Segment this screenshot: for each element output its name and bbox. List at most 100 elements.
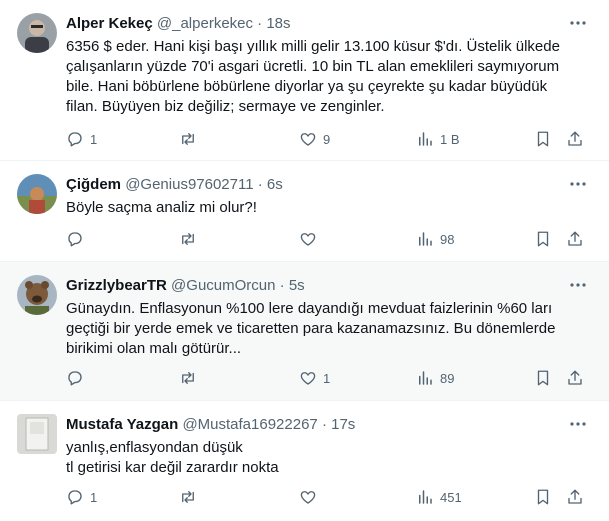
like-icon [300, 233, 316, 246]
retweet-button[interactable] [179, 129, 203, 149]
like-button[interactable]: 9 [299, 129, 330, 149]
tweet-header: Mustafa Yazgan @Mustafa16922267 · 17s [66, 415, 569, 435]
tweet-header: Alper Kekeç @_alperkekec · 18s [66, 14, 569, 34]
bookmark-button[interactable] [534, 487, 552, 507]
display-name[interactable]: Mustafa Yazgan [66, 416, 178, 433]
like-count: 9 [323, 131, 331, 147]
share-button[interactable] [566, 129, 584, 149]
bookmark-button[interactable] [534, 229, 552, 249]
reply-icon [68, 132, 82, 147]
tweet-actions: 1 9 1 B [66, 129, 593, 149]
reply-button[interactable] [66, 229, 90, 249]
like-button[interactable] [299, 229, 323, 249]
retweet-button[interactable] [179, 487, 203, 507]
tweet[interactable]: Alper Kekeç @_alperkekec · 18s 6356 $ ed… [0, 0, 609, 161]
like-icon [300, 372, 316, 385]
user-handle[interactable]: @GucumOrcun [171, 277, 275, 294]
separator-dot: · [257, 15, 263, 32]
more-icon[interactable] [569, 14, 587, 32]
reply-icon [68, 490, 82, 505]
share-button[interactable] [566, 229, 584, 249]
reply-button[interactable] [66, 368, 90, 388]
retweet-icon [182, 372, 194, 384]
display-name[interactable]: Alper Kekeç [66, 15, 153, 32]
share-icon [568, 370, 582, 385]
more-icon[interactable] [569, 415, 587, 433]
tweet-actions: 98 [66, 229, 593, 249]
views-icon [419, 132, 432, 146]
tweet-text-line: geçtiği bir yerde emek ve ticaretten par… [66, 320, 556, 337]
avatar[interactable] [17, 174, 57, 214]
tweet-text-line: tl getirisi kar değil zarardır nokta [66, 459, 279, 476]
share-icon [568, 231, 582, 246]
tweet-header: Çiğdem @Genius97602711 · 6s [66, 175, 569, 195]
timestamp[interactable]: 18s [266, 15, 290, 32]
retweet-icon [182, 491, 194, 503]
more-icon[interactable] [569, 175, 587, 193]
tweet-text-line: filan. Büyüyen biz değiliz; sermaye ve z… [66, 98, 385, 115]
timestamp[interactable]: 6s [267, 176, 283, 193]
tweet[interactable]: GrizzlybearTR @GucumOrcun · 5s Günaydın.… [0, 262, 609, 401]
tweet-actions: 1 451 [66, 487, 593, 507]
reply-icon [68, 371, 82, 386]
tweet-feed: Alper Kekeç @_alperkekec · 18s 6356 $ ed… [0, 0, 609, 521]
share-icon [568, 489, 582, 504]
tweet-header: GrizzlybearTR @GucumOrcun · 5s [66, 276, 569, 296]
avatar[interactable] [17, 414, 57, 454]
tweet-text: Günaydın. Enflasyonun %100 lere dayandığ… [66, 299, 586, 359]
tweet[interactable]: Çiğdem @Genius97602711 · 6s Böyle saçma … [0, 161, 609, 262]
like-button[interactable]: 1 [299, 368, 330, 388]
view-count: 98 [440, 231, 455, 247]
views-icon [419, 371, 432, 385]
separator-dot: · [321, 416, 327, 433]
share-icon [568, 131, 582, 146]
bookmark-button[interactable] [534, 129, 552, 149]
bookmark-icon [537, 370, 549, 386]
tweet-text: yanlış,enflasyondan düşük tl getirisi ka… [66, 438, 586, 478]
avatar[interactable] [17, 13, 57, 53]
bookmark-icon [537, 131, 549, 147]
timestamp[interactable]: 5s [289, 277, 305, 294]
bookmark-button[interactable] [534, 368, 552, 388]
tweet-text-line: Böyle saçma analiz mi olur?! [66, 199, 257, 216]
tweet-text-line: çalışanların yüzde 70'i asgari ücretli. … [66, 58, 560, 75]
retweet-icon [182, 233, 194, 245]
timestamp[interactable]: 17s [331, 416, 355, 433]
tweet-text-line: yanlış,enflasyondan düşük [66, 439, 243, 456]
tweet-text-line: birikimi olan malı götürür... [66, 340, 242, 357]
user-handle[interactable]: @Genius97602711 [125, 176, 253, 193]
tweet-text: 6356 $ eder. Hani kişi başı yıllık milli… [66, 37, 586, 117]
views-button[interactable]: 98 [416, 229, 454, 249]
views-icon [419, 232, 432, 246]
retweet-icon [182, 133, 194, 145]
user-handle[interactable]: @Mustafa16922267 [182, 416, 317, 433]
view-count: 89 [440, 370, 455, 386]
tweet-text-line: Günaydın. Enflasyonun %100 lere dayandığ… [66, 300, 553, 317]
bookmark-icon [537, 489, 549, 505]
reply-button[interactable]: 1 [66, 487, 97, 507]
retweet-button[interactable] [179, 368, 203, 388]
reply-count: 1 [90, 131, 98, 147]
retweet-button[interactable] [179, 229, 203, 249]
reply-count: 1 [90, 489, 98, 505]
tweet-text: Böyle saçma analiz mi olur?! [66, 198, 586, 218]
share-button[interactable] [566, 487, 584, 507]
view-count: 451 [440, 489, 462, 505]
bookmark-icon [537, 231, 549, 247]
share-button[interactable] [566, 368, 584, 388]
user-handle[interactable]: @_alperkekec [157, 15, 253, 32]
views-button[interactable]: 89 [416, 368, 454, 388]
separator-dot: · [279, 277, 285, 294]
more-icon[interactable] [569, 276, 587, 294]
reply-button[interactable]: 1 [66, 129, 97, 149]
views-button[interactable]: 451 [416, 487, 462, 507]
like-button[interactable] [299, 487, 323, 507]
display-name[interactable]: GrizzlybearTR [66, 277, 167, 294]
view-count: 1 B [440, 131, 460, 147]
display-name[interactable]: Çiğdem [66, 176, 121, 193]
like-icon [300, 491, 316, 504]
views-button[interactable]: 1 B [416, 129, 460, 149]
avatar[interactable] [17, 275, 57, 315]
tweet-text-line: bile. Hani böbürlene böbürlene diyorlar … [66, 78, 548, 95]
tweet[interactable]: Mustafa Yazgan @Mustafa16922267 · 17s ya… [0, 401, 609, 521]
